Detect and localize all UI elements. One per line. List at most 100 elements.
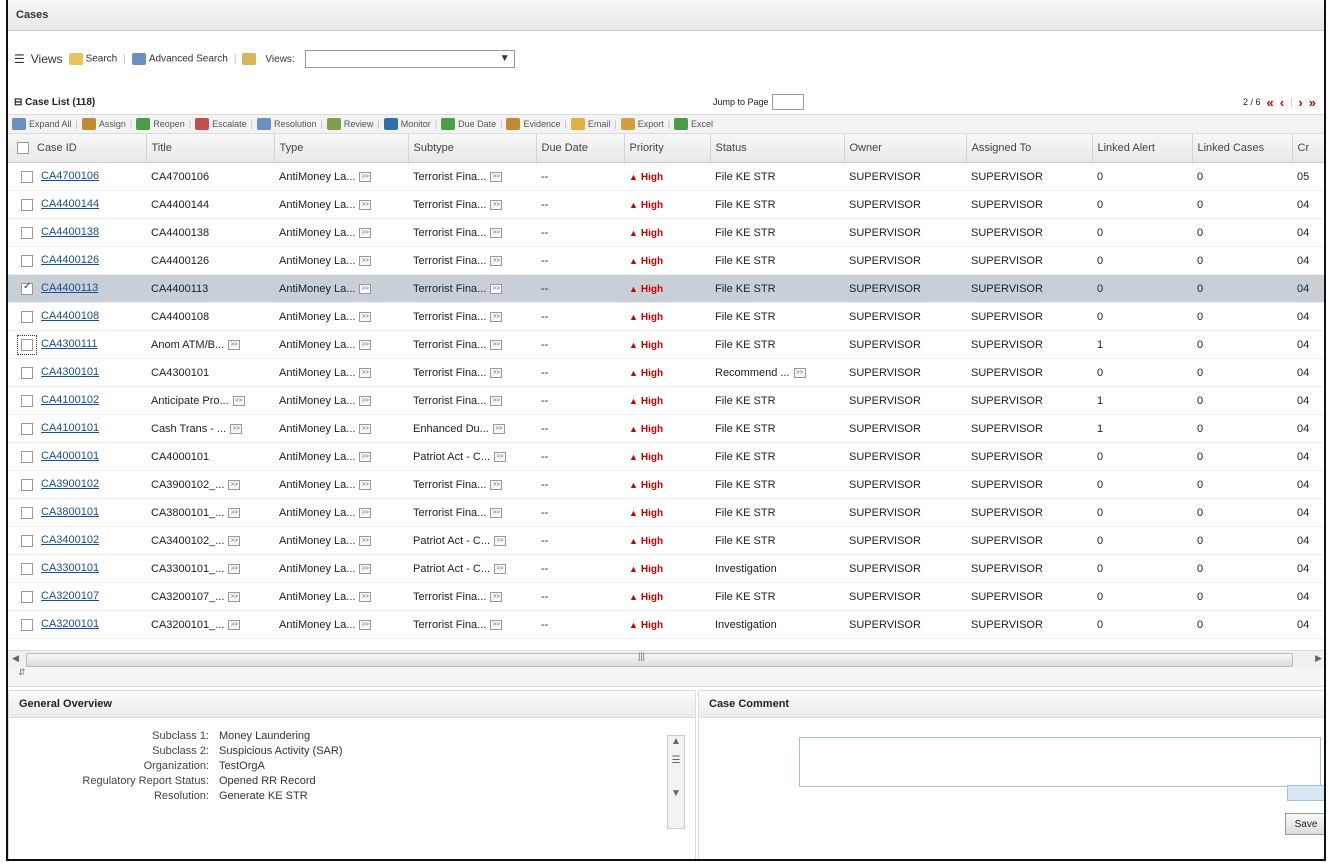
details-icon[interactable]: >>	[359, 451, 372, 462]
details-icon[interactable]: >>	[359, 619, 372, 630]
details-icon[interactable]: >>	[490, 227, 503, 238]
row-checkbox[interactable]	[21, 534, 33, 547]
row-checkbox[interactable]	[21, 506, 33, 519]
scroll-down-icon[interactable]: ▼	[668, 788, 684, 799]
case-id-link[interactable]: CA3300101	[41, 562, 99, 574]
row-checkbox[interactable]	[21, 170, 33, 183]
case-id-link[interactable]: CA4400138	[41, 226, 99, 238]
case-id-link[interactable]: CA4000101	[41, 450, 99, 462]
details-icon[interactable]: >>	[228, 339, 241, 350]
action-review-button[interactable]: Review	[326, 118, 373, 130]
details-icon[interactable]: >>	[359, 423, 372, 434]
case-id-link[interactable]: CA4300111	[41, 338, 97, 350]
action-expand-all-button[interactable]: Expand All	[12, 118, 72, 130]
details-icon[interactable]: >>	[490, 283, 503, 294]
scroll-thumb[interactable]	[26, 653, 1293, 667]
action-evidence-button[interactable]: Evidence	[506, 118, 560, 130]
case-id-link[interactable]: CA4400126	[41, 254, 99, 266]
last-page-icon[interactable]: »	[1309, 95, 1316, 110]
case-id-link[interactable]: CA4400108	[41, 310, 99, 322]
col-linked-alert[interactable]: Linked Alert	[1092, 134, 1193, 163]
search-button[interactable]: Search	[68, 53, 117, 65]
details-icon[interactable]: >>	[228, 591, 241, 602]
details-icon[interactable]: >>	[490, 171, 503, 182]
case-id-link[interactable]: CA3400102	[41, 534, 99, 546]
panel-splitter[interactable]: ⇵	[8, 667, 1324, 687]
col-case-id[interactable]: Case ID	[8, 134, 147, 163]
save-button[interactable]: Save	[1285, 813, 1324, 835]
action-due-date-button[interactable]: Due Date	[441, 118, 496, 130]
col-created[interactable]: Cr	[1292, 134, 1324, 163]
row-checkbox[interactable]	[21, 198, 33, 211]
details-icon[interactable]: >>	[494, 451, 507, 462]
col-due-date[interactable]: Due Date	[536, 134, 625, 163]
action-assign-button[interactable]: Assign	[81, 118, 126, 130]
action-reopen-button[interactable]: Reopen	[136, 118, 185, 130]
dropdown-arrow-icon[interactable]: ▼	[500, 53, 510, 64]
comment-textarea[interactable]	[799, 737, 1321, 787]
case-id-link[interactable]: CA4400113	[41, 282, 98, 294]
row-checkbox[interactable]	[21, 590, 33, 603]
scroll-right-icon[interactable]: ▶	[1315, 653, 1322, 664]
details-icon[interactable]: >>	[359, 563, 372, 574]
row-checkbox[interactable]	[17, 334, 37, 355]
details-icon[interactable]: >>	[490, 367, 503, 378]
col-linked-cases[interactable]: Linked Cases	[1192, 134, 1293, 163]
details-icon[interactable]: >>	[228, 507, 241, 518]
details-icon[interactable]: >>	[359, 255, 372, 266]
col-title[interactable]: Title	[146, 134, 275, 163]
row-checkbox[interactable]	[21, 254, 33, 267]
scroll-up-icon[interactable]: ▲	[668, 736, 684, 747]
table-row[interactable]: CA3200101 CA3200101_... >> AntiMoney La... >…	[8, 610, 1324, 639]
details-icon[interactable]: >>	[228, 563, 241, 574]
details-icon[interactable]: >>	[490, 255, 503, 266]
table-row[interactable]: CA4700106 CA4700106 AntiMoney La... >> Terro…	[8, 162, 1324, 191]
row-checkbox[interactable]	[21, 310, 33, 323]
details-icon[interactable]: >>	[359, 339, 372, 350]
details-icon[interactable]: >>	[793, 367, 806, 378]
details-icon[interactable]: >>	[490, 199, 503, 210]
table-row[interactable]: CA4400126 CA4400126 AntiMoney La... >> Terro…	[8, 246, 1324, 275]
case-list-title[interactable]: ⊟ Case List (118)	[8, 97, 714, 108]
details-icon[interactable]: >>	[494, 535, 507, 546]
select-all-checkbox[interactable]	[17, 142, 29, 155]
scroll-grip-icon[interactable]: ☰	[668, 755, 684, 766]
next-page-icon[interactable]: ›	[1298, 95, 1302, 110]
details-icon[interactable]: >>	[359, 395, 372, 406]
table-row[interactable]: CA4400144 CA4400144 AntiMoney La... >> Terro…	[8, 190, 1324, 219]
details-icon[interactable]: >>	[490, 395, 503, 406]
case-id-link[interactable]: CA4100102	[41, 394, 99, 406]
action-email-button[interactable]: Email	[570, 118, 610, 130]
details-icon[interactable]: >>	[359, 227, 372, 238]
case-id-link[interactable]: CA3200107	[41, 590, 99, 602]
row-checkbox[interactable]	[21, 562, 33, 575]
row-checkbox[interactable]	[21, 394, 33, 407]
details-icon[interactable]: >>	[359, 591, 372, 602]
details-icon[interactable]: >>	[359, 535, 372, 546]
col-owner[interactable]: Owner	[844, 134, 967, 163]
splitter-handle-icon[interactable]: ⇵	[18, 667, 26, 677]
col-type[interactable]: Type	[274, 134, 409, 163]
row-checkbox[interactable]	[21, 478, 33, 491]
details-icon[interactable]: >>	[359, 311, 372, 322]
table-row[interactable]: CA4300111 Anom ATM/B... >> AntiMoney La... >…	[8, 330, 1324, 359]
table-row[interactable]: CA4400108 CA4400108 AntiMoney La... >> Terro…	[8, 302, 1324, 331]
details-icon[interactable]: >>	[359, 507, 372, 518]
action-export-button[interactable]: Export	[620, 118, 664, 130]
scroll-left-icon[interactable]: ◀	[12, 653, 19, 664]
details-icon[interactable]: >>	[228, 535, 241, 546]
table-row[interactable]: CA4100101 Cash Trans - ... >> AntiMoney La.…	[8, 414, 1324, 443]
collapse-icon[interactable]: ☰	[14, 52, 25, 66]
case-id-link[interactable]: CA4700106	[41, 170, 99, 182]
case-id-link[interactable]: CA3900102	[41, 478, 99, 490]
jump-page-input[interactable]	[771, 94, 804, 110]
action-resolution-button[interactable]: Resolution	[256, 118, 317, 130]
table-row[interactable]: CA3100102Mvmt of Funds...>>AntiMoney La.…	[8, 638, 1324, 644]
col-priority[interactable]: Priority	[624, 134, 711, 163]
details-icon[interactable]: >>	[490, 507, 503, 518]
table-row[interactable]: CA4400138 CA4400138 AntiMoney La... >> Terro…	[8, 218, 1324, 247]
collapse-icon[interactable]: ⊟	[14, 97, 25, 108]
row-checkbox[interactable]	[21, 281, 33, 295]
details-icon[interactable]: >>	[490, 339, 503, 350]
row-checkbox[interactable]	[21, 618, 33, 631]
